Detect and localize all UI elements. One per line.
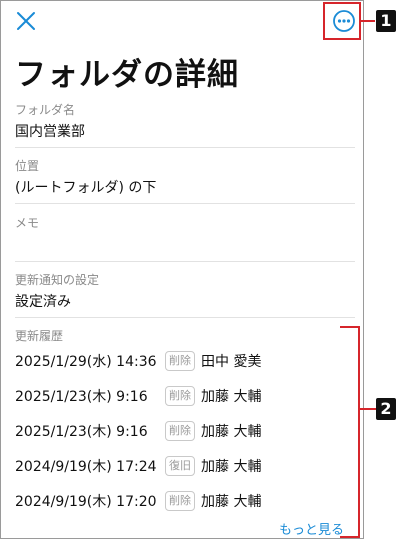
callout-highlight-1 [323,2,361,40]
field-value: (ルートフォルダ) の下 [15,180,157,196]
history-section: 更新履歴 [15,328,355,344]
callout-badge-2: 2 [376,398,396,420]
field-label: メモ [15,216,40,230]
history-row: 2024/9/19(木) 17:24 復旧 加藤 大輔 [15,453,261,479]
history-date: 2024/9/19(木) 17:24 [15,459,157,475]
show-more-link[interactable]: もっと見る [279,519,344,538]
history-row: 2025/1/23(木) 9:16 削除 加藤 大輔 [15,418,261,444]
divider [15,203,355,204]
field-memo: メモ [15,215,355,254]
history-action-badge: 削除 [165,386,195,406]
field-label: 位置 [15,159,40,173]
close-icon [17,12,35,30]
history-action-badge: 削除 [165,491,195,511]
history-row: 2025/1/23(木) 9:16 削除 加藤 大輔 [15,383,261,409]
history-action-badge: 削除 [165,351,195,371]
history-date: 2024/9/19(木) 17:20 [15,494,157,510]
history-date: 2025/1/29(水) 14:36 [15,354,157,370]
field-label: 更新通知の設定 [15,273,100,287]
callout-connector-2 [360,408,376,410]
history-row: 2025/1/29(水) 14:36 削除 田中 愛美 [15,348,261,374]
page-title: フォルダの詳細 [15,57,239,93]
history-date: 2025/1/23(木) 9:16 [15,424,148,440]
history-user: 田中 愛美 [201,354,262,370]
field-location: 位置 (ルートフォルダ) の下 [15,158,355,197]
close-button[interactable] [13,8,39,34]
history-action-badge: 復旧 [165,456,195,476]
field-value [15,236,355,254]
history-label: 更新履歴 [15,329,64,343]
history-action-badge: 削除 [165,421,195,441]
divider [15,261,355,262]
callout-badge-1: 1 [376,10,396,32]
history-user: 加藤 大輔 [201,424,262,440]
history-date: 2025/1/23(木) 9:16 [15,389,148,405]
history-user: 加藤 大輔 [201,494,262,510]
divider [15,317,355,318]
field-label: フォルダ名 [15,103,76,117]
history-user: 加藤 大輔 [201,389,262,405]
callout-connector-1 [361,20,375,22]
field-notification-setting: 更新通知の設定 設定済み [15,272,355,311]
callout-bracket-2 [340,326,360,538]
folder-detail-panel: フォルダの詳細 フォルダ名 国内営業部 位置 (ルートフォルダ) の下 メモ 更… [0,0,364,539]
field-value: 国内営業部 [15,124,85,140]
history-user: 加藤 大輔 [201,459,262,475]
history-row: 2024/9/19(木) 17:20 削除 加藤 大輔 [15,488,261,514]
field-folder-name: フォルダ名 国内営業部 [15,102,355,141]
field-value: 設定済み [15,294,71,310]
divider [15,147,355,148]
